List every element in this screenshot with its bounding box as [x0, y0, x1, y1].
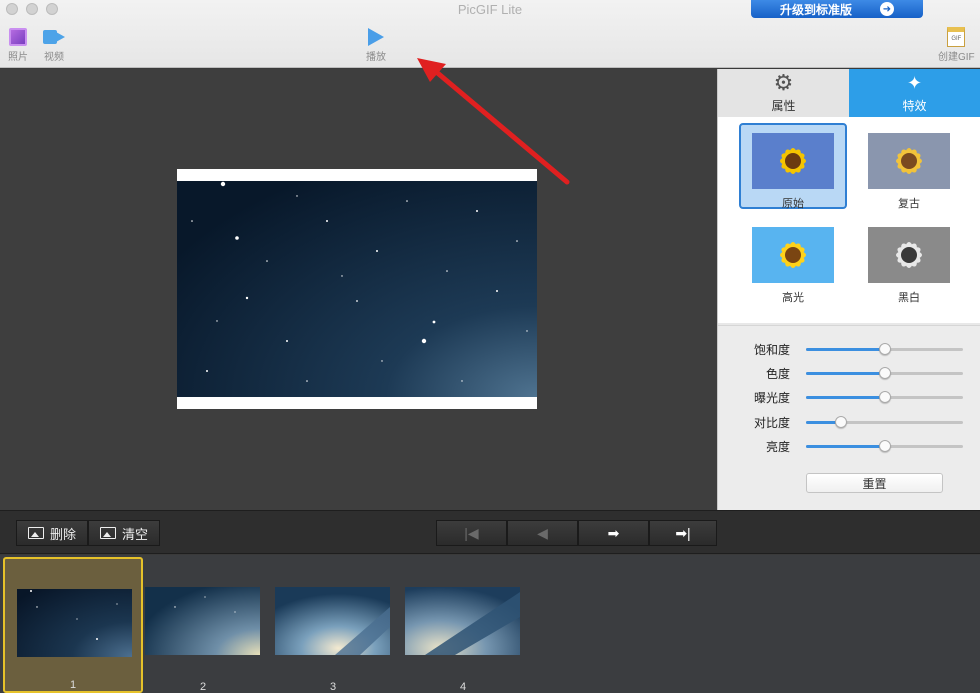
- frame-thumbnail[interactable]: 1: [3, 557, 143, 693]
- delete-button[interactable]: 删除: [16, 520, 88, 546]
- panel-tabs: ⚙ 属性 ✦ 特效: [718, 69, 980, 117]
- sunflower-thumbnail: [868, 133, 950, 189]
- magic-wand-icon: ✦: [906, 73, 923, 93]
- sunflower-thumbnail: [752, 133, 834, 189]
- slider-knob[interactable]: [834, 415, 847, 428]
- frame-image: [275, 587, 390, 655]
- clear-label: 清空: [121, 526, 148, 542]
- effect-label: 高光: [782, 292, 804, 304]
- delete-label: 删除: [49, 526, 76, 542]
- play-button[interactable]: 播放: [366, 26, 386, 63]
- slider-label: 色度: [765, 366, 790, 381]
- slider-knob[interactable]: [878, 390, 891, 403]
- hue-slider[interactable]: [806, 366, 963, 379]
- effect-original[interactable]: 原始: [739, 123, 847, 210]
- image-icon: [27, 527, 44, 539]
- frame-filmstrip: 1 2 3 4: [0, 555, 980, 693]
- photo-icon: [9, 28, 27, 46]
- tab-properties[interactable]: ⚙ 属性: [718, 69, 849, 117]
- photo-button[interactable]: 照片: [8, 26, 28, 63]
- arrow-right-circle-icon: ➜: [880, 2, 894, 16]
- create-gif-label: 创建GIF: [938, 52, 975, 63]
- starfield-image: [177, 181, 537, 397]
- skip-last-icon: ➡|: [675, 524, 691, 541]
- create-gif-button[interactable]: GIF 创建GIF: [938, 26, 975, 63]
- adjustment-sliders: 饱和度 色度 曝光度 对比度 亮度 重置: [718, 325, 980, 510]
- effect-black-white[interactable]: 黑白: [855, 219, 963, 305]
- tab-effects[interactable]: ✦ 特效: [849, 69, 980, 117]
- video-button[interactable]: 视频: [43, 26, 65, 63]
- toolbar: PicGIF Lite 升级到标准版 ➜ 照片 视频 播放 GIF 创建GIF: [0, 0, 980, 68]
- frame-thumbnail[interactable]: 2: [133, 557, 273, 693]
- brightness-slider[interactable]: [806, 439, 963, 452]
- image-icon: [99, 527, 116, 539]
- control-bar: 删除 清空 |◀ ◀ ➡ ➡|: [0, 510, 980, 554]
- slider-row: 亮度: [718, 436, 980, 456]
- frame-number: 4: [459, 681, 467, 693]
- slider-knob[interactable]: [878, 366, 891, 379]
- contrast-slider[interactable]: [806, 415, 963, 428]
- frame-thumbnail[interactable]: 4: [393, 557, 533, 693]
- slider-row: 曝光度: [718, 387, 980, 407]
- gif-file-icon: GIF: [947, 27, 966, 47]
- effect-highlight[interactable]: 高光: [739, 219, 847, 305]
- video-label: 视频: [44, 52, 64, 63]
- frame-thumbnail[interactable]: 3: [263, 557, 403, 693]
- saturation-slider[interactable]: [806, 342, 963, 355]
- reset-button[interactable]: 重置: [806, 473, 943, 493]
- upgrade-button[interactable]: 升级到标准版 ➜: [751, 0, 923, 18]
- upgrade-label: 升级到标准版: [779, 2, 852, 17]
- skip-first-icon: |◀: [464, 524, 479, 541]
- clear-button[interactable]: 清空: [88, 520, 160, 546]
- play-label: 播放: [366, 52, 386, 63]
- first-frame-button[interactable]: |◀: [436, 520, 507, 546]
- sunflower-thumbnail: [868, 227, 950, 283]
- previous-frame-button[interactable]: ◀: [507, 520, 578, 546]
- frame-number: 2: [199, 681, 207, 693]
- frame-image: [17, 589, 132, 657]
- slider-row: 对比度: [718, 412, 980, 432]
- slider-label: 曝光度: [753, 390, 790, 405]
- video-camera-icon: [43, 30, 65, 44]
- effect-label: 复古: [898, 198, 920, 210]
- photo-label: 照片: [8, 52, 28, 63]
- effects-grid: 原始 复古 高光 黑白: [718, 117, 980, 323]
- slider-knob[interactable]: [878, 439, 891, 452]
- preview-stage: [0, 69, 717, 510]
- previous-icon: ◀: [537, 524, 548, 541]
- effect-label: 原始: [782, 198, 804, 210]
- exposure-slider[interactable]: [806, 390, 963, 403]
- next-icon: ➡: [607, 524, 620, 541]
- preview-canvas: [177, 169, 537, 409]
- gear-icon: ⚙: [773, 70, 794, 95]
- last-frame-button[interactable]: ➡|: [649, 520, 717, 546]
- slider-label: 对比度: [753, 415, 790, 430]
- side-panel: ⚙ 属性 ✦ 特效 原始 复古 高光 黑白 饱和度 色度 曝光度 对比度 亮度 …: [717, 69, 980, 510]
- slider-row: 色度: [718, 363, 980, 383]
- slider-label: 亮度: [765, 439, 790, 454]
- slider-row: 饱和度: [718, 339, 980, 359]
- frame-image: [145, 587, 260, 655]
- frame-image: [405, 587, 520, 655]
- frame-number: 1: [69, 679, 77, 691]
- next-frame-button[interactable]: ➡: [578, 520, 649, 546]
- frame-number: 3: [329, 681, 337, 693]
- tab-properties-label: 属性: [771, 99, 796, 113]
- play-icon: [368, 28, 384, 46]
- effect-label: 黑白: [898, 292, 920, 304]
- tab-effects-label: 特效: [902, 99, 927, 113]
- effect-vintage[interactable]: 复古: [855, 125, 963, 211]
- slider-knob[interactable]: [878, 342, 891, 355]
- slider-label: 饱和度: [753, 342, 790, 357]
- sunflower-thumbnail: [752, 227, 834, 283]
